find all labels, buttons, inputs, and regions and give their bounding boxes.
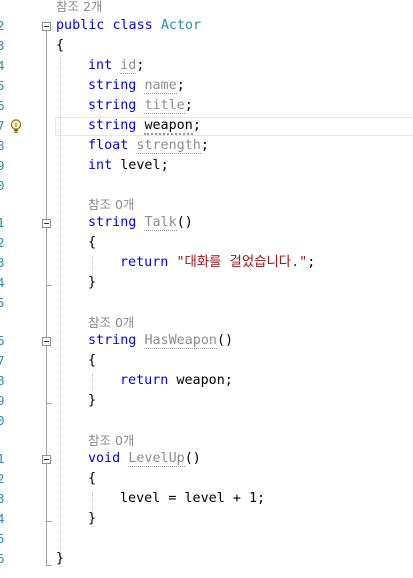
- semicolon: ;: [200, 138, 209, 153]
- brace: {: [88, 235, 97, 250]
- code-line[interactable]: int level;: [0, 156, 413, 176]
- method-name: Talk: [144, 215, 177, 231]
- semicolon: ;: [176, 78, 185, 93]
- code-line[interactable]: {: [0, 36, 413, 56]
- string-literal: "대화를 걸었습니다.": [176, 255, 308, 270]
- variable: level: [120, 491, 161, 506]
- keyword: string: [88, 78, 137, 93]
- code-line[interactable]: return "대화를 걸었습니다.";: [0, 253, 413, 273]
- field-name: name: [144, 78, 177, 94]
- keyword: return: [120, 255, 169, 270]
- keyword: public: [56, 18, 105, 33]
- method-name: LevelUp: [128, 451, 185, 467]
- line-number: 0: [0, 413, 5, 428]
- field-name: weapon: [144, 118, 193, 135]
- line-number: 5: [0, 295, 5, 310]
- semicolon: ;: [136, 58, 145, 73]
- code-line[interactable]: }: [0, 273, 413, 293]
- code-line[interactable]: {: [0, 351, 413, 371]
- line-number: 0: [0, 178, 5, 193]
- code-line[interactable]: return weapon;: [0, 371, 413, 391]
- brace: {: [56, 38, 65, 53]
- semicolon: ;: [192, 118, 201, 133]
- codelens-references[interactable]: 참조 0개: [88, 430, 134, 450]
- method-name: HasWeapon: [144, 333, 217, 349]
- keyword: void: [88, 451, 121, 466]
- field-name: level: [120, 158, 161, 173]
- parens: (): [176, 215, 193, 230]
- class-name: Actor: [160, 18, 202, 33]
- keyword: class: [112, 18, 153, 33]
- keyword: int: [88, 58, 113, 73]
- brace: }: [88, 393, 97, 408]
- code-line[interactable]: float strength;: [0, 136, 413, 156]
- line-number: 5: [0, 531, 5, 546]
- keyword: float: [88, 138, 129, 153]
- return-expression: weapon;: [168, 373, 233, 388]
- semicolon: ;: [307, 255, 316, 270]
- keyword: string: [88, 215, 137, 230]
- keyword: int: [88, 158, 113, 173]
- code-line[interactable]: {: [0, 233, 413, 253]
- field-name: strength: [136, 138, 201, 154]
- brace: {: [88, 471, 97, 486]
- keyword: string: [88, 98, 137, 113]
- keyword: string: [88, 333, 137, 348]
- codelens-references[interactable]: 참조 2개: [56, 0, 102, 16]
- semicolon: ;: [160, 158, 169, 173]
- assignment-expression: = level + 1;: [160, 491, 266, 506]
- code-line[interactable]: {: [0, 469, 413, 489]
- brace: }: [56, 551, 65, 566]
- code-line[interactable]: }: [0, 509, 413, 529]
- code-line[interactable]: }: [0, 391, 413, 411]
- codelens-references[interactable]: 참조 0개: [88, 312, 134, 332]
- parens: (): [217, 333, 234, 348]
- code-line[interactable]: string HasWeapon(): [0, 331, 413, 351]
- keyword: return: [120, 373, 169, 388]
- code-line[interactable]: }: [0, 549, 413, 569]
- code-line[interactable]: string Talk(): [0, 213, 413, 233]
- code-line[interactable]: int id;: [0, 56, 413, 76]
- semicolon: ;: [184, 98, 193, 113]
- brace: }: [88, 511, 97, 526]
- code-line[interactable]: public class Actor: [0, 16, 413, 36]
- code-line[interactable]: string title;: [0, 96, 413, 116]
- code-line[interactable]: string weapon;: [0, 116, 413, 136]
- field-name: id: [120, 58, 137, 74]
- brace: }: [88, 275, 97, 290]
- code-line[interactable]: string name;: [0, 76, 413, 96]
- code-line[interactable]: level = level + 1;: [0, 489, 413, 509]
- code-editor[interactable]: 2 3 4 5 6 7 8 9 0 1 2 3 4 5 6 7 8 9 0 1 …: [0, 0, 413, 578]
- parens: (): [184, 451, 201, 466]
- field-name: title: [144, 98, 185, 114]
- codelens-references[interactable]: 참조 0개: [88, 194, 134, 214]
- code-line[interactable]: void LevelUp(): [0, 449, 413, 469]
- brace: {: [88, 353, 97, 368]
- keyword: string: [88, 118, 137, 133]
